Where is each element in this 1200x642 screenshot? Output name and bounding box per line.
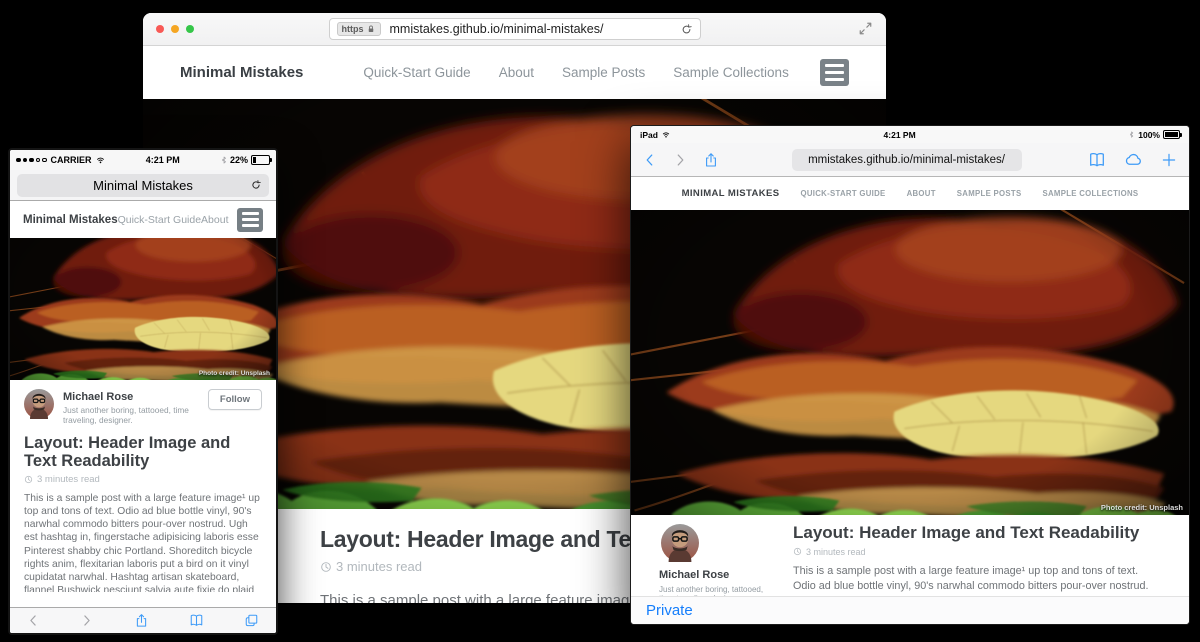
battery-icon	[1163, 130, 1180, 139]
post-title: Layout: Header Image and Text Readabilit…	[793, 524, 1161, 543]
post-body-paragraph: This is a sample post with a large featu…	[24, 492, 262, 592]
status-time: 4:21 PM	[671, 130, 1128, 140]
clock-icon	[24, 475, 33, 484]
tabs-button[interactable]	[244, 613, 259, 628]
https-label: https	[342, 24, 364, 34]
site-title-link[interactable]: Minimal Mistakes	[23, 214, 118, 226]
back-button[interactable]	[643, 153, 657, 167]
lock-icon	[366, 24, 376, 34]
ipad-screen: iPad 4:21 PM 100% mmistakes.github.io/mi…	[630, 125, 1190, 625]
author-sidebar: Michael Rose Just another boring, tattoo…	[659, 524, 765, 607]
site-title-link[interactable]: Minimal Mistakes	[682, 188, 780, 199]
author-avatar	[661, 524, 699, 562]
reload-icon[interactable]	[250, 179, 262, 191]
photo-credit: Photo credit: Unsplash	[1101, 503, 1183, 512]
nav-link-quick-start-guide[interactable]: Quick-Start Guide	[118, 214, 201, 226]
nav-link-sample-collections[interactable]: Sample Collections	[673, 65, 789, 80]
forward-button[interactable]	[80, 614, 93, 627]
private-label[interactable]: Private	[646, 602, 693, 619]
author-name: Michael Rose	[63, 391, 208, 403]
zoom-window-button[interactable]	[186, 25, 194, 33]
read-time: 3 minutes read	[806, 547, 866, 557]
signal-strength-icon	[16, 158, 47, 163]
post-header-image: Photo credit: Unsplash	[631, 210, 1189, 515]
read-time: 3 minutes read	[336, 559, 422, 574]
safari-address-field[interactable]: mmistakes.github.io/minimal-mistakes/	[792, 149, 1022, 171]
post-meta: 3 minutes read	[24, 474, 262, 485]
menu-toggle-button[interactable]	[820, 59, 849, 86]
bookmarks-button[interactable]	[189, 613, 204, 628]
address-bar[interactable]: https mmistakes.github.io/minimal-mistak…	[329, 18, 701, 40]
nav-link-sample-posts[interactable]: Sample Posts	[957, 189, 1022, 198]
site-title-link[interactable]: Minimal Mistakes	[180, 64, 303, 81]
url-text: mmistakes.github.io/minimal-mistakes/	[808, 154, 1005, 166]
author-row: Michael Rose Just another boring, tattoo…	[24, 389, 262, 425]
iphone-status-bar: CARRIER 4:21 PM 22%	[10, 150, 276, 170]
new-tab-button[interactable]	[1161, 152, 1177, 168]
nav-link-quick-start-guide[interactable]: Quick-Start Guide	[800, 189, 885, 198]
battery-icon	[251, 155, 270, 165]
post-meta: 3 minutes read	[793, 547, 1161, 557]
safari-bottom-toolbar	[10, 607, 276, 633]
safari-toolbar: mmistakes.github.io/minimal-mistakes/	[631, 143, 1189, 177]
ipad-status-bar: iPad 4:21 PM 100%	[631, 126, 1189, 143]
bluetooth-icon	[220, 155, 228, 165]
close-window-button[interactable]	[156, 25, 164, 33]
browser-title-bar: https mmistakes.github.io/minimal-mistak…	[143, 13, 886, 46]
composite-canvas: https mmistakes.github.io/minimal-mistak…	[0, 0, 1200, 642]
nav-link-about[interactable]: About	[201, 214, 228, 226]
battery-percent: 100%	[1138, 130, 1160, 140]
nav-link-about[interactable]: About	[907, 189, 936, 198]
site-masthead: Minimal Mistakes Quick-Start Guide About…	[631, 177, 1189, 210]
reload-icon[interactable]	[680, 23, 693, 36]
wifi-icon	[661, 130, 671, 140]
photo-credit: Photo credit: Unsplash	[199, 370, 270, 377]
author-name: Michael Rose	[659, 569, 765, 581]
battery-percent: 22%	[230, 155, 248, 165]
address-field-text: Minimal Mistakes	[93, 178, 193, 193]
nav-link-sample-collections[interactable]: Sample Collections	[1042, 189, 1138, 198]
back-button[interactable]	[27, 614, 40, 627]
nav-link-quick-start-guide[interactable]: Quick-Start Guide	[363, 65, 470, 80]
https-badge: https	[337, 22, 381, 36]
post-title: Layout: Header Image and Text Readabilit…	[24, 434, 262, 470]
icloud-tabs-button[interactable]	[1124, 150, 1143, 169]
forward-button[interactable]	[673, 153, 687, 167]
post-article: Michael Rose Just another boring, tattoo…	[10, 380, 276, 592]
post-header-image: Photo credit: Unsplash	[10, 238, 276, 380]
bookmarks-button[interactable]	[1088, 151, 1106, 169]
read-time: 3 minutes read	[37, 474, 100, 485]
site-masthead: Minimal Mistakes Quick-Start Guide About…	[143, 46, 886, 99]
minimize-window-button[interactable]	[171, 25, 179, 33]
leaves-photo	[631, 210, 1189, 515]
clock-icon	[793, 547, 802, 556]
safari-address-row: Minimal Mistakes	[10, 170, 276, 201]
wifi-icon	[95, 155, 106, 166]
clock-icon	[320, 561, 332, 573]
share-button[interactable]	[134, 613, 149, 628]
post-main: Layout: Header Image and Text Readabilit…	[765, 524, 1161, 607]
leaves-photo	[10, 238, 276, 380]
nav-link-about[interactable]: About	[499, 65, 534, 80]
post-body: This is a sample post with a large featu…	[24, 492, 262, 592]
post-article: Michael Rose Just another boring, tattoo…	[631, 515, 1189, 607]
status-time: 4:21 PM	[106, 155, 220, 165]
author-meta: Michael Rose Just another boring, tattoo…	[63, 389, 208, 425]
private-browsing-bar: Private	[631, 596, 1189, 624]
url-text: mmistakes.github.io/minimal-mistakes/	[390, 22, 680, 36]
share-button[interactable]	[703, 152, 719, 168]
menu-toggle-button[interactable]	[237, 208, 263, 232]
follow-button[interactable]: Follow	[208, 389, 262, 410]
expand-icon[interactable]	[858, 21, 873, 36]
safari-address-field[interactable]: Minimal Mistakes	[17, 174, 269, 197]
window-controls	[156, 25, 194, 33]
nav-link-sample-posts[interactable]: Sample Posts	[562, 65, 645, 80]
author-bio: Just another boring, tattooed, time trav…	[63, 405, 208, 425]
iphone-screen: CARRIER 4:21 PM 22% Minimal Mistakes Min…	[8, 148, 278, 635]
carrier-label: CARRIER	[51, 155, 92, 165]
bluetooth-icon	[1128, 130, 1135, 139]
site-masthead: Minimal Mistakes Quick-Start Guide About	[10, 201, 276, 238]
author-avatar	[24, 389, 54, 419]
device-label: iPad	[640, 130, 658, 140]
